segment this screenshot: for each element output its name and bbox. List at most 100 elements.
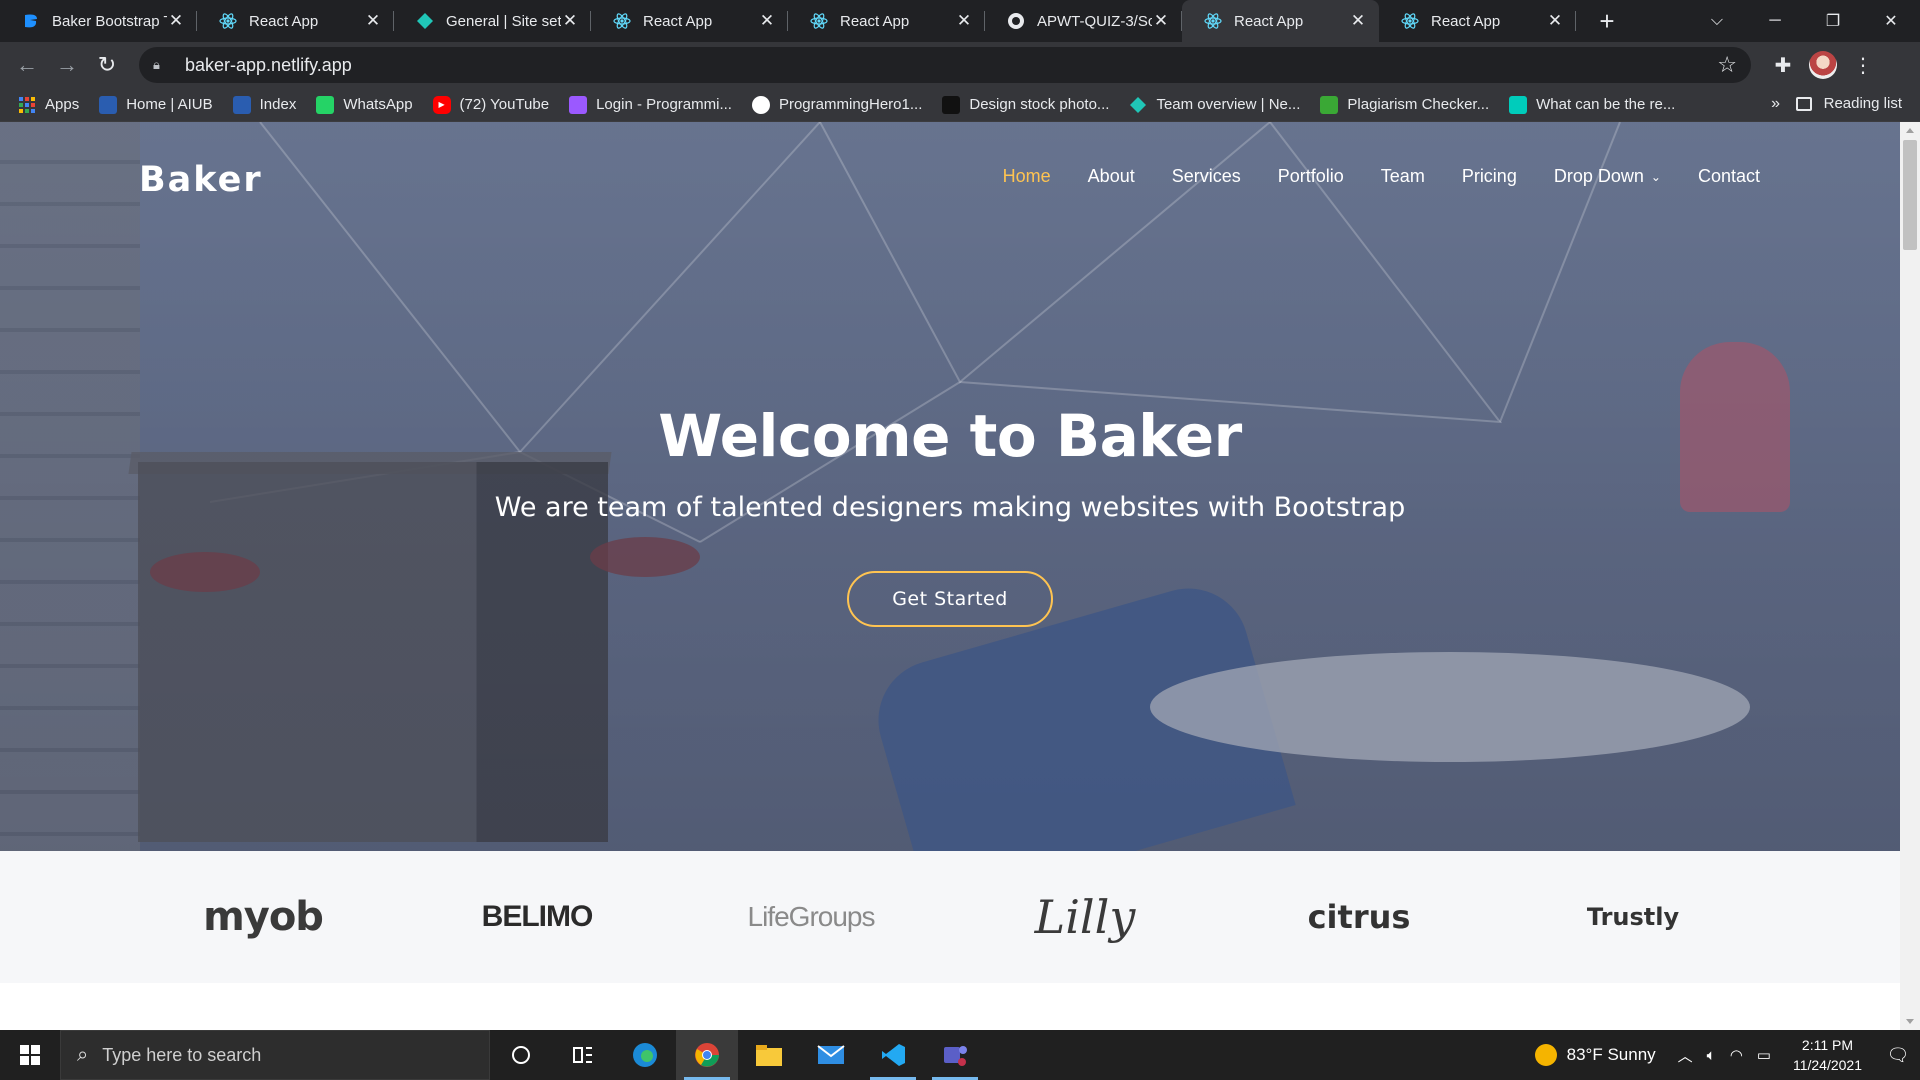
- scroll-up-icon[interactable]: [1906, 128, 1914, 133]
- new-tab-button[interactable]: +: [1586, 0, 1628, 42]
- task-view-icon[interactable]: [552, 1030, 614, 1080]
- youtube-icon: ▶: [432, 95, 451, 114]
- browser-toolbar: ← → ↻ 🔒︎ baker-app.netlify.app ☆ ✚ ⋮: [0, 42, 1920, 88]
- bookmarks-overflow-icon[interactable]: »: [1771, 95, 1780, 113]
- close-tab-icon[interactable]: ✕: [561, 11, 579, 30]
- tab-search-icon[interactable]: ⌵: [1688, 0, 1746, 42]
- clock-time: 2:11 PM: [1801, 1037, 1854, 1053]
- bookmark-item[interactable]: Home | AIUB: [99, 95, 213, 114]
- address-bar[interactable]: 🔒︎ baker-app.netlify.app ☆: [139, 47, 1751, 83]
- bookmark-item[interactable]: Login - Programmi...: [569, 95, 732, 114]
- close-tab-icon[interactable]: ✕: [758, 11, 776, 30]
- forward-icon[interactable]: →: [47, 45, 87, 85]
- plagiarism-icon: [1320, 95, 1339, 114]
- bookmark-item[interactable]: Design stock photo...: [942, 95, 1109, 114]
- minimize-icon[interactable]: ─: [1746, 0, 1804, 42]
- browser-tab[interactable]: APWT-QUIZ-3/Sc ✕: [985, 0, 1182, 42]
- cortana-icon[interactable]: [490, 1030, 552, 1080]
- bookmark-star-icon[interactable]: ☆: [1717, 52, 1737, 78]
- search-icon: ⌕: [77, 1043, 89, 1066]
- browser-tab[interactable]: Baker Bootstrap T ✕: [0, 0, 197, 42]
- site-logo[interactable]: Baker: [139, 160, 263, 200]
- bookmark-item[interactable]: Apps: [18, 96, 79, 114]
- start-button[interactable]: [0, 1030, 60, 1080]
- nav-link-portfolio[interactable]: Portfolio: [1278, 166, 1344, 187]
- reload-icon[interactable]: ↻: [87, 45, 127, 85]
- reading-list-button[interactable]: Reading list: [1795, 95, 1902, 112]
- browser-tab[interactable]: General | Site sett ✕: [394, 0, 591, 42]
- react-icon: [1401, 12, 1419, 30]
- weather-sun-icon[interactable]: [1534, 1044, 1557, 1066]
- close-tab-icon[interactable]: ✕: [364, 11, 382, 30]
- close-tab-icon[interactable]: ✕: [1546, 11, 1564, 30]
- notification-icon[interactable]: 🗨︎: [1876, 1030, 1920, 1080]
- close-tab-icon[interactable]: ✕: [955, 11, 973, 30]
- bookmark-item[interactable]: What can be the re...: [1509, 95, 1675, 114]
- client-logo-myob: myob: [203, 894, 324, 940]
- file-explorer-icon[interactable]: [738, 1030, 800, 1080]
- hero-subtitle: We are team of talented designers making…: [494, 492, 1406, 523]
- taskbar-search-box[interactable]: ⌕ Type here to search: [60, 1030, 490, 1080]
- scrollbar-thumb[interactable]: [1903, 140, 1917, 250]
- browser-tab[interactable]: React App ✕: [197, 0, 394, 42]
- nav-link-contact[interactable]: Contact: [1698, 166, 1760, 187]
- nav-link-services[interactable]: Services: [1172, 166, 1241, 187]
- browser-tab[interactable]: React App ✕: [591, 0, 788, 42]
- clock[interactable]: 2:11 PM 11/24/2021: [1793, 1035, 1862, 1075]
- mail-icon[interactable]: [800, 1030, 862, 1080]
- nav-link-drop-down[interactable]: Drop Down ⌄: [1554, 166, 1661, 187]
- back-icon[interactable]: ←: [7, 45, 47, 85]
- weather-text[interactable]: 83°F Sunny: [1567, 1045, 1656, 1065]
- nav-link-about[interactable]: About: [1088, 166, 1135, 187]
- close-tab-icon[interactable]: ✕: [1152, 11, 1170, 30]
- netlify-icon: [1129, 96, 1147, 114]
- bookmark-label: Plagiarism Checker...: [1347, 96, 1490, 113]
- tray-chevron-icon[interactable]: ︿: [1678, 1045, 1693, 1066]
- tab-title: React App: [1431, 12, 1501, 30]
- profile-avatar[interactable]: [1803, 45, 1843, 85]
- bookmark-label: ProgrammingHero1...: [778, 96, 923, 113]
- battery-icon[interactable]: ▭: [1757, 1046, 1771, 1064]
- bookmark-item[interactable]: ▶ (72) YouTube: [432, 95, 549, 114]
- bookmark-item[interactable]: Index: [232, 95, 296, 114]
- clock-date: 11/24/2021: [1792, 1057, 1862, 1073]
- bookmark-item[interactable]: Plagiarism Checker...: [1320, 95, 1490, 114]
- restore-icon[interactable]: ❐: [1804, 0, 1862, 42]
- nav-link-pricing[interactable]: Pricing: [1462, 166, 1517, 187]
- get-started-button[interactable]: Get Started: [847, 571, 1053, 627]
- url-text[interactable]: baker-app.netlify.app: [185, 55, 1717, 76]
- nav-link-home[interactable]: Home: [1003, 166, 1051, 187]
- bookmark-item[interactable]: Team overview | Ne...: [1129, 96, 1300, 114]
- page-scrollbar[interactable]: [1900, 122, 1920, 1030]
- hero-bg-round-table: [1150, 652, 1750, 762]
- hero-content: Welcome to Baker We are team of talented…: [0, 402, 1900, 627]
- wifi-icon[interactable]: ◠: [1730, 1046, 1743, 1064]
- lock-icon[interactable]: 🔒︎: [153, 57, 167, 73]
- volume-icon[interactable]: 🔈︎: [1707, 1047, 1716, 1064]
- browser-tab[interactable]: React App ✕: [1379, 0, 1576, 42]
- netlify-icon: [416, 12, 434, 30]
- close-tab-icon[interactable]: ✕: [1349, 11, 1367, 30]
- react-icon: [810, 12, 828, 30]
- edge-icon[interactable]: [614, 1030, 676, 1080]
- extensions-icon[interactable]: ✚: [1763, 45, 1803, 85]
- bookmark-label: Apps: [45, 96, 80, 113]
- close-window-icon[interactable]: ✕: [1862, 0, 1920, 42]
- scroll-down-icon[interactable]: [1906, 1019, 1914, 1024]
- bookmark-item[interactable]: WhatsApp: [316, 95, 413, 114]
- windows-logo-icon: [20, 1045, 40, 1065]
- close-tab-icon[interactable]: ✕: [167, 11, 185, 30]
- researchgate-icon: [1509, 95, 1528, 114]
- nav-link-team[interactable]: Team: [1381, 166, 1425, 187]
- nav-link-label: Drop Down: [1553, 166, 1644, 186]
- browser-tab[interactable]: React App ✕: [1182, 0, 1379, 42]
- aiub-icon: [99, 95, 118, 114]
- bookmark-item[interactable]: ProgrammingHero1...: [751, 95, 923, 114]
- menu-kebab-icon[interactable]: ⋮: [1843, 45, 1883, 85]
- chrome-icon[interactable]: [676, 1030, 738, 1080]
- vscode-icon[interactable]: [862, 1030, 924, 1080]
- react-icon: [613, 12, 631, 30]
- browser-tab[interactable]: React App ✕: [788, 0, 985, 42]
- teams-icon[interactable]: [924, 1030, 986, 1080]
- github-icon: [1007, 12, 1025, 30]
